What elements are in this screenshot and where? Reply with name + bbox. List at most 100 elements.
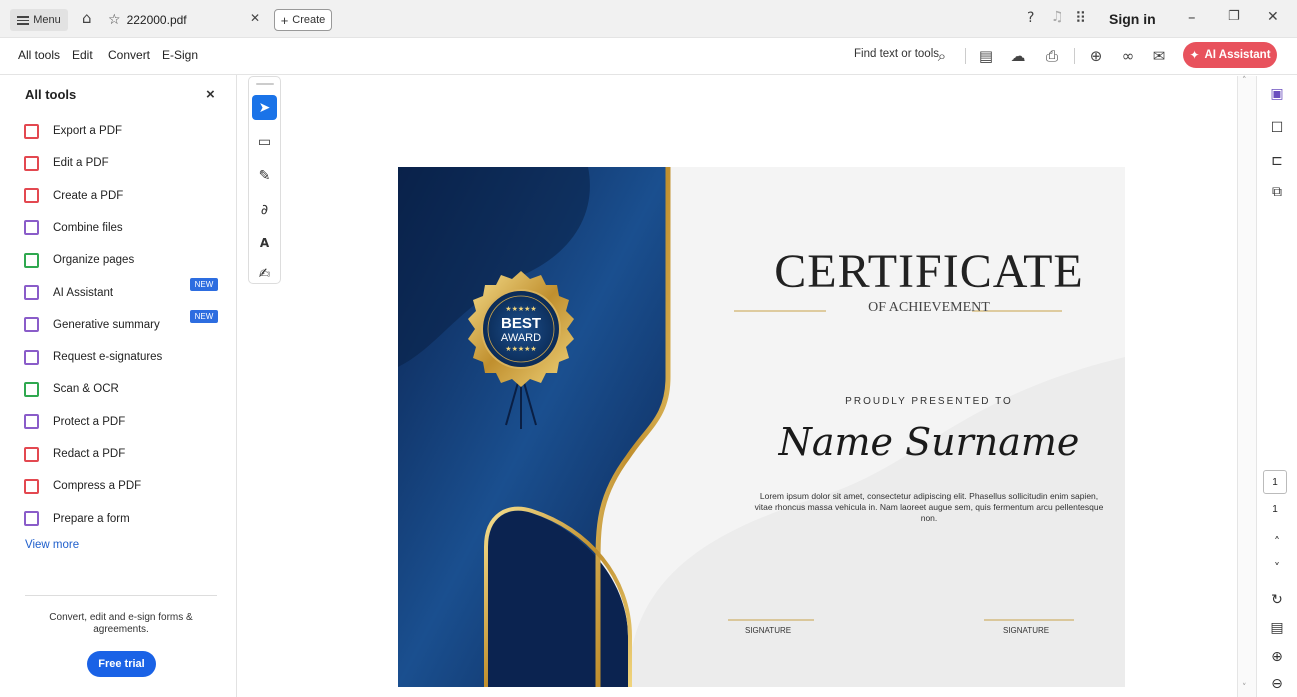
bookmark-icon[interactable]: ⊏ (1265, 149, 1289, 173)
close-tab-icon[interactable]: ✕ (250, 11, 260, 25)
vertical-scrollbar[interactable]: ˄ ˅ (1237, 76, 1257, 697)
scroll-down-icon[interactable]: ˅ (1242, 683, 1247, 693)
generative-summary-icon[interactable]: ▣ (1265, 82, 1289, 106)
certificate-title: CERTIFICATE (774, 245, 1084, 298)
tool-item[interactable]: Scan & OCR (24, 378, 119, 400)
save-icon[interactable]: ▤ (976, 46, 996, 66)
tool-item[interactable]: Organize pages (24, 249, 134, 271)
tool-item[interactable]: Export a PDF (24, 120, 122, 142)
rotate-icon[interactable]: ↻ (1265, 588, 1289, 612)
ai-assistant-label: AI Assistant (1204, 49, 1271, 61)
create-button[interactable]: + Create (274, 9, 332, 31)
email-icon[interactable]: ✉ (1149, 46, 1169, 66)
add-comment-icon[interactable]: ▭ (252, 129, 277, 154)
signature-right-label: SIGNATURE (1003, 626, 1050, 635)
menu-e-sign[interactable]: E-Sign (162, 48, 198, 62)
close-panel-icon[interactable]: × (206, 86, 215, 103)
close-window-icon[interactable]: ✕ (1267, 9, 1279, 25)
highlight-pen-icon[interactable]: ✎ (252, 163, 277, 188)
view-more-link[interactable]: View more (25, 539, 79, 551)
menu-convert[interactable]: Convert (108, 48, 150, 62)
page-down-icon[interactable]: ˅ (1265, 556, 1289, 580)
star-icon[interactable]: ☆ (108, 12, 121, 28)
tool-item[interactable]: Request e-signatures (24, 346, 162, 368)
link-icon[interactable]: ∞ (1118, 46, 1138, 66)
organize-pages-icon (24, 252, 39, 268)
prepare-form-icon (24, 511, 39, 527)
free-trial-button[interactable]: Free trial (87, 651, 156, 677)
draw-freehand-icon[interactable]: ∂ (252, 197, 277, 222)
divider (965, 48, 966, 64)
tool-label: Combine files (53, 221, 123, 234)
tool-item[interactable]: Prepare a form (24, 508, 130, 530)
medal-stars-top: ★★★★★ (505, 305, 537, 313)
page-up-icon[interactable]: ˄ (1265, 530, 1289, 554)
tool-item[interactable]: Combine files (24, 217, 123, 239)
ai-assistant-icon: ✦ (1189, 48, 1200, 62)
minimize-icon[interactable]: – (1188, 8, 1196, 26)
tool-item[interactable]: Create a PDF (24, 185, 123, 207)
tool-item[interactable]: Edit a PDF (24, 152, 109, 174)
create-pdf-icon (24, 188, 39, 204)
scan-ocr-icon (24, 381, 39, 397)
bell-icon[interactable]: ♫ (1051, 9, 1064, 25)
home-icon[interactable]: ⌂ (82, 9, 92, 27)
ai-assistant-icon (24, 285, 39, 300)
zoom-in-icon[interactable]: ⊕ (1265, 645, 1289, 669)
select-cursor-icon[interactable]: ➤ (252, 95, 277, 120)
divider (25, 595, 217, 596)
tool-label: Organize pages (53, 254, 135, 267)
menu-all-tools[interactable]: All tools (18, 48, 60, 62)
zoom-out-icon[interactable]: ⊖ (1265, 672, 1289, 696)
menu-edit[interactable]: Edit (72, 48, 93, 62)
certificate-subtitle: OF ACHIEVEMENT (868, 300, 990, 315)
panel-title: All tools (25, 87, 77, 102)
copy-pages-icon[interactable]: ⧉ (1265, 180, 1289, 204)
restore-icon[interactable]: ❐ (1228, 9, 1240, 24)
main-toolbar: All tools Edit Convert E-Sign Find text … (0, 38, 1297, 75)
tool-item[interactable]: Generative summary (24, 314, 160, 336)
certificate-body-text: Lorem ipsum dolor sit amet, consectetur … (754, 491, 1104, 523)
text-box-icon[interactable]: A (252, 230, 277, 255)
comment-icon[interactable]: ☐ (1265, 116, 1289, 140)
share-user-icon[interactable]: ⊕ (1086, 46, 1106, 66)
create-label: Create (292, 14, 326, 26)
signature-left-label: SIGNATURE (745, 626, 792, 635)
drag-handle[interactable] (256, 83, 274, 85)
ai-assistant-button[interactable]: ✦ AI Assistant (1183, 42, 1277, 68)
export-pdf-icon (24, 123, 39, 139)
sign-in-button[interactable]: Sign in (1109, 11, 1156, 27)
page-settings-icon[interactable]: ▤ (1265, 616, 1289, 640)
find-text-button[interactable]: Find text or tools (854, 48, 939, 60)
print-icon[interactable]: ⎙ (1042, 46, 1062, 66)
tool-item[interactable]: Compress a PDF (24, 475, 141, 497)
right-tools-rail: ▣ ☐ ⊏ ⧉ ˄ ˅ ↻ ▤ ⊕ ⊖ (1257, 76, 1297, 697)
tool-label: AI Assistant (53, 286, 114, 299)
tool-item[interactable]: Protect a PDF (24, 411, 125, 433)
document-tab[interactable]: ☆ 222000.pdf (108, 5, 265, 35)
search-icon[interactable]: ⌕ (932, 46, 952, 66)
help-icon[interactable]: ? (1027, 10, 1034, 26)
new-badge: NEW (190, 309, 218, 323)
medal-best-label: BEST (500, 315, 541, 332)
find-label: Find text or tools (854, 48, 940, 60)
sign-pen-icon[interactable]: ✍ (252, 261, 277, 286)
scroll-up-icon[interactable]: ˄ (1242, 76, 1247, 86)
hamburger-icon (17, 15, 30, 25)
tool-label: Redact a PDF (53, 448, 126, 460)
menu-button[interactable]: Menu (10, 9, 68, 31)
quick-tools-strip: ➤ ▭ ✎ ∂ A ✍ (248, 76, 281, 284)
current-page-input[interactable]: 1 (1263, 470, 1287, 494)
upload-cloud-icon[interactable]: ☁ (1008, 46, 1028, 66)
apps-grid-icon[interactable]: ⠿ (1075, 9, 1086, 27)
compress-pdf-icon (24, 478, 39, 494)
divider (1074, 48, 1075, 64)
tool-label: Compress a PDF (53, 480, 142, 493)
tab-title: 222000.pdf (126, 13, 187, 27)
tool-item[interactable]: AI Assistant (24, 282, 113, 304)
tool-item[interactable]: Redact a PDF (24, 443, 125, 465)
all-tools-panel: All tools × Export a PDF Edit a PDF Create… (0, 75, 237, 697)
combine-files-icon (24, 220, 39, 236)
title-bar: Menu ⌂ ☆ 222000.pdf ✕ + Create ? ♫ ⠿ Sig… (0, 0, 1297, 38)
menu-label: Menu (33, 14, 61, 26)
